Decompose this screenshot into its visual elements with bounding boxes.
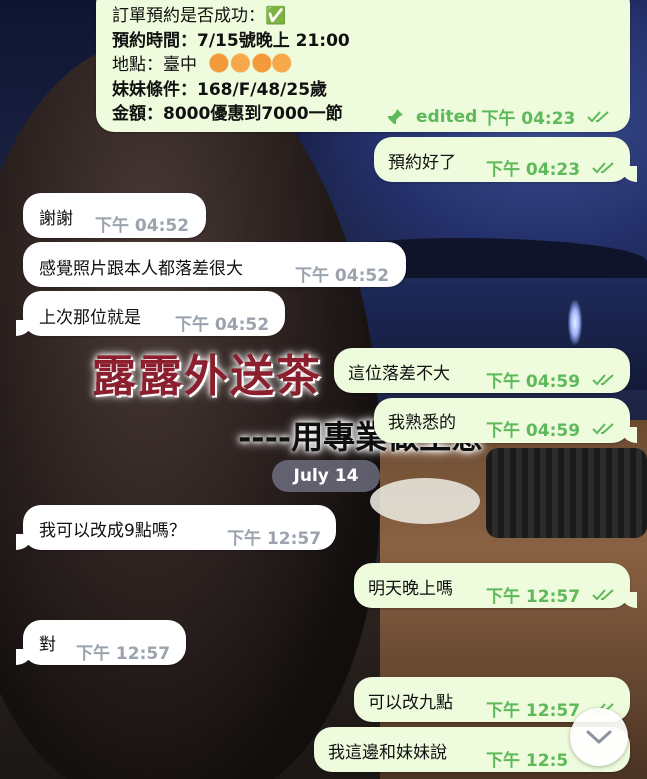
censor-sticker	[206, 53, 293, 73]
message-time: 下午 04:52	[95, 216, 190, 236]
date-separator: July 14	[272, 460, 380, 492]
booking-location-text: 地點：臺中	[112, 55, 197, 75]
message-bubble[interactable]: 預約好了 下午 04:23	[374, 137, 637, 182]
message-text: 謝謝	[39, 209, 73, 229]
message-time: 下午 12:57	[486, 701, 581, 721]
message-text: 明天晚上嗎	[368, 579, 453, 599]
message-text: 我這邊和妹妹說	[328, 743, 447, 763]
message-text: 這位落差不大	[348, 364, 450, 384]
message-bubble[interactable]: 對 下午 12:57	[16, 620, 186, 665]
message-text: 對	[39, 635, 56, 655]
double-check-icon	[592, 588, 614, 600]
message-bubble[interactable]: 感覺照片跟本人都落差很大 下午 04:52	[23, 242, 406, 287]
message-time: 下午 12:57	[76, 644, 171, 664]
pin-icon	[387, 108, 403, 125]
double-check-icon	[587, 110, 610, 122]
message-time: 下午 04:52	[175, 315, 270, 335]
double-check-icon	[592, 161, 614, 173]
booking-message[interactable]: 訂單預約是否成功：✅ 預約時間：7/15號晚上 21:00 地點：臺中 妹妹條件…	[96, 0, 630, 132]
message-bubble[interactable]: 上次那位就是 下午 04:52	[16, 291, 285, 336]
edited-label: edited	[416, 106, 478, 127]
double-check-icon	[592, 373, 614, 385]
wallpaper-basket	[486, 448, 647, 538]
chevron-down-icon	[586, 730, 612, 744]
wallpaper-brand-text: 露露外送茶	[92, 351, 322, 402]
message-time: 下午 04:23	[481, 109, 576, 129]
message-time: 下午 04:59	[486, 421, 581, 441]
booking-line-requirements: 妹妹條件：168/F/48/25歲	[112, 79, 328, 100]
wallpaper-fountain	[568, 300, 582, 345]
message-text: 感覺照片跟本人都落差很大	[39, 259, 243, 279]
message-bubble[interactable]: 我可以改成9點嗎？ 下午 12:57	[16, 505, 336, 550]
message-time: 下午 04:52	[295, 266, 390, 286]
message-bubble[interactable]: 謝謝 下午 04:52	[23, 193, 206, 238]
message-text: 我熟悉的	[388, 413, 456, 433]
booking-line-status: 訂單預約是否成功：✅	[112, 6, 287, 26]
message-text: 上次那位就是	[39, 308, 141, 328]
double-check-icon	[592, 422, 614, 434]
message-time: 下午 12:5	[486, 751, 569, 771]
message-bubble[interactable]: 這位落差不大 下午 04:59	[334, 348, 630, 393]
message-text: 可以改九點	[368, 693, 453, 713]
message-time: 下午 12:57	[227, 529, 322, 549]
message-bubble[interactable]: 我熟悉的 下午 04:59	[374, 398, 637, 443]
message-bubble[interactable]: 明天晚上嗎 下午 12:57	[354, 563, 637, 608]
booking-line-price: 金額：8000優惠到7000一節	[112, 104, 343, 124]
message-time: 下午 12:57	[486, 587, 581, 607]
message-text: 我可以改成9點嗎？	[39, 521, 186, 541]
message-time: 下午 04:59	[486, 372, 581, 392]
message-text: 預約好了	[388, 153, 456, 173]
scroll-to-bottom-button[interactable]	[570, 708, 628, 766]
booking-line-location: 地點：臺中	[112, 53, 350, 78]
booking-line-time: 預約時間：7/15號晚上 21:00	[112, 30, 350, 51]
message-time: 下午 04:23	[486, 160, 581, 180]
wallpaper-plate	[370, 478, 480, 524]
